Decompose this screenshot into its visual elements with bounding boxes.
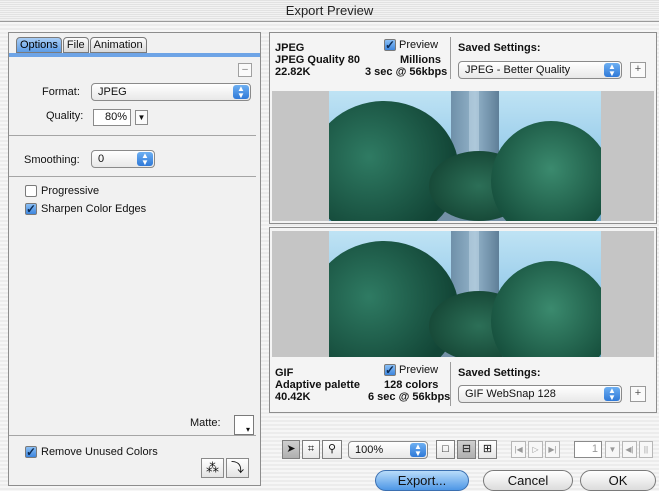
export-button[interactable]: Export... [375,470,469,491]
preview-size: 40.42K [275,391,311,403]
checkbox-box [25,185,37,197]
crop-tool-icon[interactable]: ⌗ [302,440,320,459]
preview-pane-top: JPEG JPEG Quality 80 22.82K 3 sec @ 56kb… [269,32,657,224]
matte-color-swatch[interactable] [234,415,254,435]
preview-palette: Adaptive palette [275,379,360,391]
checkmark-icon: ✓ [25,445,37,459]
preview-pane-bottom: GIF Adaptive palette 40.42K 6 sec @ 56kb… [269,227,657,413]
saved-settings-select[interactable]: GIF WebSnap 128 ▲ ▼ [458,385,622,403]
zoom-select[interactable]: 100% ▲ ▼ [348,441,428,459]
quality-dropdown-icon[interactable]: ▼ [135,110,148,125]
checkmark-icon: ✓ [25,202,37,216]
frame-dropdown-icon[interactable]: ▼ [605,441,620,458]
preview-image [329,231,601,357]
progressive-checkbox[interactable]: Progressive [25,185,99,197]
preview-checkbox[interactable]: ✓ Preview [384,364,438,376]
divider [9,176,256,177]
progressive-label: Progressive [41,185,100,197]
divider [9,435,256,436]
checkmark-icon: ✓ [384,38,396,52]
smoothing-select[interactable]: 0 ▲ ▼ [91,150,155,168]
options-panel: Options File Animation – Format: JPEG ▲ ▼… [8,32,261,486]
preview-label: Preview [399,39,439,51]
preview-time: 3 sec @ 56kbps [365,66,448,78]
window-title: Export Preview [0,0,659,22]
rebuild-palette-icon[interactable]: ⤵ [226,458,249,478]
cancel-button[interactable]: Cancel [483,470,573,491]
tab-underline [9,53,260,57]
single-view-icon[interactable]: □ [436,440,455,459]
remove-unused-colors-label: Remove Unused Colors [41,446,158,458]
checkmark-icon: ✓ [384,363,396,377]
preview-label: Preview [399,364,439,376]
saved-settings-label: Saved Settings: [458,42,541,54]
preview-format: GIF [275,367,294,379]
pointer-tool-icon[interactable]: ➤ [282,440,300,459]
next-frame-icon[interactable]: || [639,441,653,458]
divider [9,135,256,136]
preview-quality: JPEG Quality 80 [275,54,360,66]
tab-file[interactable]: File [62,37,89,53]
smoothing-value: 0 [98,153,105,165]
ok-button[interactable]: OK [580,470,656,491]
previous-frame-icon[interactable]: ◀| [622,441,637,458]
saved-settings-value: GIF WebSnap 128 [465,388,556,400]
split-four-view-icon[interactable]: ⊞ [478,440,497,459]
tab-animation[interactable]: Animation [89,37,147,53]
format-label: Format: [42,86,80,98]
collapse-icon[interactable]: – [238,63,252,77]
popup-arrows-icon: ▲ ▼ [233,85,249,100]
preview-size: 22.82K [275,66,311,78]
preview-colors: 128 colors [384,379,439,391]
preview-time: 6 sec @ 56kbps [368,391,451,403]
sharpen-edges-checkbox[interactable]: ✓ Sharpen Color Edges [25,203,146,215]
quality-label: Quality: [46,110,84,122]
last-frame-icon[interactable]: ▶| [545,441,560,458]
remove-unused-colors-checkbox[interactable]: ✓ Remove Unused Colors [25,446,158,458]
divider [450,362,451,406]
popup-arrows-icon: ▲ ▼ [137,152,153,167]
tab-options[interactable]: Options [16,37,62,53]
split-two-view-icon[interactable]: ⊟ [457,440,476,459]
saved-settings-value: JPEG - Better Quality [465,64,571,76]
play-icon[interactable]: ▷ [528,441,543,458]
sharpen-edges-label: Sharpen Color Edges [41,203,147,215]
preview-format: JPEG [275,42,305,54]
add-settings-icon[interactable]: + [630,386,646,402]
preview-image-area[interactable] [272,91,654,221]
quality-input[interactable]: 80% [93,109,131,126]
zoom-value: 100% [355,444,384,456]
preview-image-area[interactable] [272,231,654,357]
tab-bar: Options File Animation [16,37,147,53]
add-settings-icon[interactable]: + [630,62,646,78]
magic-wand-icon[interactable]: ⁂ [201,458,224,478]
frame-number-field[interactable]: 1 [574,441,602,458]
preview-image [329,91,601,221]
popup-arrows-icon: ▲ ▼ [410,443,426,458]
preview-colors: Millions [400,54,441,66]
preview-checkbox[interactable]: ✓ Preview [384,39,438,51]
first-frame-icon[interactable]: |◀ [511,441,526,458]
saved-settings-select[interactable]: JPEG - Better Quality ▲ ▼ [458,61,622,79]
matte-label: Matte: [190,417,221,429]
chevron-down-icon: ▾ [246,425,251,434]
smoothing-label: Smoothing: [24,154,80,166]
saved-settings-label: Saved Settings: [458,367,541,379]
format-value: JPEG [98,86,127,98]
zoom-tool-icon[interactable]: ⚲ [322,440,342,459]
divider [450,37,451,79]
popup-arrows-icon: ▲ ▼ [604,63,620,78]
format-select[interactable]: JPEG ▲ ▼ [91,83,251,101]
popup-arrows-icon: ▲ ▼ [604,387,620,402]
